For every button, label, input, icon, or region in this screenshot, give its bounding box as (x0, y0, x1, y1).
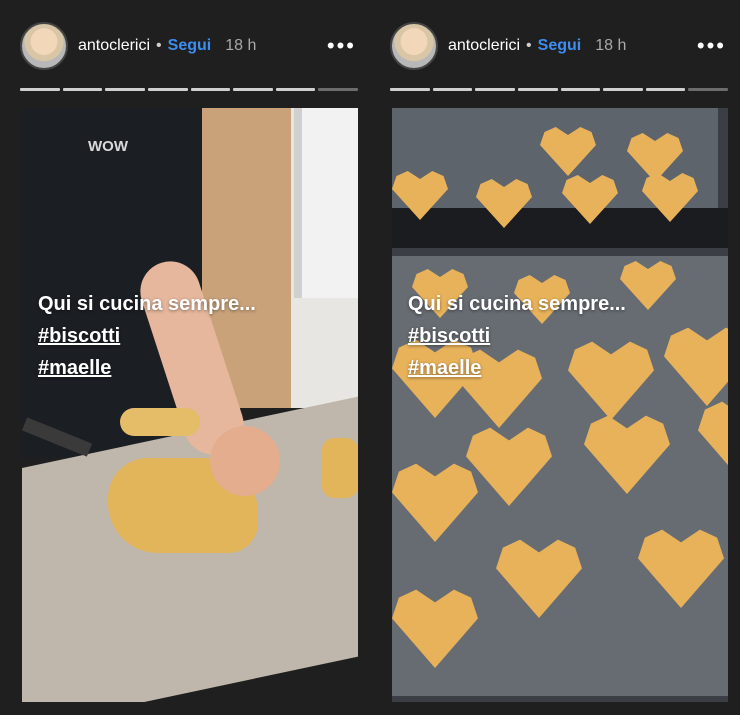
story-card: antoclerici • Segui 18 h ••• Qui si cuci… (370, 0, 740, 715)
avatar[interactable] (20, 22, 68, 70)
story-caption: Qui si cucina sempre... #biscotti #maell… (408, 288, 626, 384)
follow-button[interactable]: Segui (168, 37, 212, 55)
shirt-logo: WOW (88, 138, 128, 155)
progress-segment (688, 88, 728, 91)
story-progress-bar (390, 88, 728, 91)
hashtag-maelle[interactable]: #maelle (38, 352, 256, 384)
caption-text: Qui si cucina sempre... (408, 293, 626, 315)
username[interactable]: antoclerici (78, 37, 150, 55)
follow-button[interactable]: Segui (538, 37, 582, 55)
progress-segment (432, 88, 473, 91)
hashtag-biscotti[interactable]: #biscotti (408, 320, 626, 352)
progress-segment (190, 88, 231, 91)
progress-segment (603, 88, 643, 91)
progress-segment (147, 88, 188, 91)
avatar[interactable] (390, 22, 438, 70)
progress-segment (275, 88, 316, 91)
progress-segment (62, 88, 103, 91)
hashtag-maelle[interactable]: #maelle (408, 352, 626, 384)
progress-segment (475, 88, 515, 91)
story-caption: Qui si cucina sempre... #biscotti #maell… (38, 288, 256, 384)
timestamp: 18 h (595, 37, 627, 54)
progress-segment (318, 88, 358, 91)
story-photo[interactable]: Qui si cucina sempre... #biscotti #maell… (392, 108, 728, 702)
cookie-dough (322, 438, 358, 498)
progress-segment (20, 88, 60, 91)
story-header: antoclerici • Segui 18 h ••• (20, 22, 356, 70)
separator-dot: • (156, 37, 162, 54)
hand (210, 426, 280, 496)
progress-segment (645, 88, 686, 91)
separator-dot: • (526, 37, 532, 54)
door-frame (294, 108, 358, 298)
username[interactable]: antoclerici (448, 37, 520, 55)
tray-edge (392, 208, 728, 248)
progress-segment (105, 88, 145, 91)
more-options-icon[interactable]: ••• (327, 33, 356, 59)
progress-segment (233, 88, 273, 91)
progress-segment (390, 88, 430, 91)
story-photo[interactable]: WOW Qui si cucina sempre... #biscotti #m… (22, 108, 358, 702)
cookie-dough (120, 408, 200, 436)
timestamp: 18 h (225, 37, 257, 54)
more-options-icon[interactable]: ••• (697, 33, 726, 59)
story-progress-bar (20, 88, 358, 91)
progress-segment (560, 88, 601, 91)
caption-text: Qui si cucina sempre... (38, 293, 256, 315)
story-header: antoclerici • Segui 18 h ••• (390, 22, 726, 70)
story-card: antoclerici • Segui 18 h ••• WOW Qui si … (0, 0, 370, 715)
progress-segment (517, 88, 558, 91)
hashtag-biscotti[interactable]: #biscotti (38, 320, 256, 352)
